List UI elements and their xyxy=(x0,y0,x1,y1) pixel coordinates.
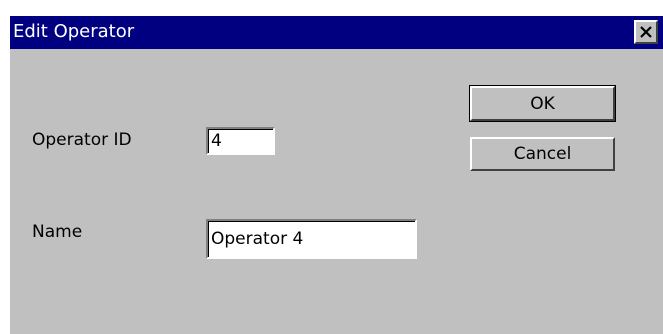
operator-id-input[interactable] xyxy=(206,127,275,155)
edit-operator-dialog: Edit Operator Operator ID Name OK Cancel xyxy=(10,16,663,334)
title-bar[interactable]: Edit Operator xyxy=(10,16,663,49)
close-button[interactable] xyxy=(634,20,658,44)
ok-button[interactable]: OK xyxy=(469,85,616,122)
operator-id-label: Operator ID xyxy=(32,130,132,150)
window-title: Edit Operator xyxy=(13,21,135,42)
cancel-button[interactable]: Cancel xyxy=(470,137,615,171)
close-icon xyxy=(640,26,652,38)
name-label: Name xyxy=(32,222,83,242)
name-input[interactable] xyxy=(206,219,417,259)
